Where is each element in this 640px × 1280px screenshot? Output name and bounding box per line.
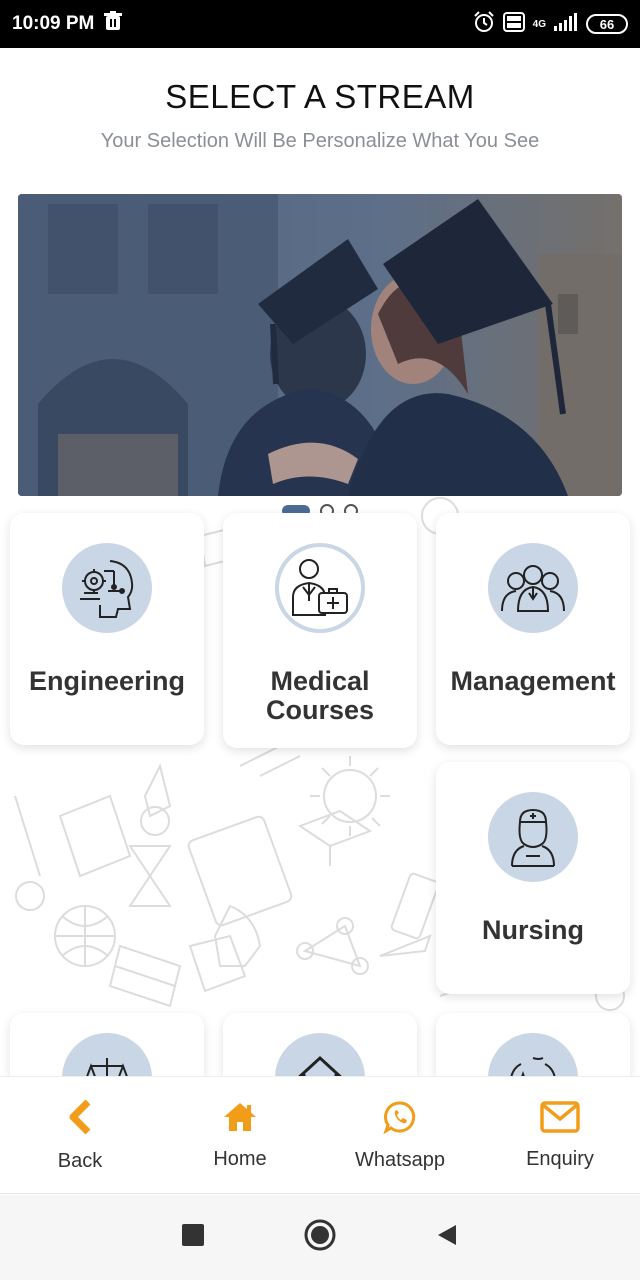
home-icon xyxy=(222,1101,258,1138)
stream-label: Engineering xyxy=(28,666,185,696)
page-title: SELECT A STREAM xyxy=(165,78,475,115)
network-type: 4G xyxy=(532,18,546,30)
nav-label: Whatsapp xyxy=(354,1149,446,1171)
nav-back-button[interactable]: Back xyxy=(0,1077,160,1195)
chevron-left-icon xyxy=(66,1099,94,1140)
nav-whatsapp-button[interactable]: Whatsapp xyxy=(320,1077,480,1195)
signal-icon xyxy=(554,12,578,36)
home-system-icon[interactable] xyxy=(304,1219,336,1256)
engineering-icon xyxy=(62,543,152,633)
mail-icon xyxy=(540,1101,580,1138)
stream-label: Nursing xyxy=(481,915,584,945)
nav-home-button[interactable]: Home xyxy=(160,1077,320,1195)
volte-icon xyxy=(502,11,525,37)
stream-card-engineering[interactable]: Engineering xyxy=(10,513,204,745)
recents-icon[interactable] xyxy=(182,1224,204,1251)
alarm-icon xyxy=(473,10,495,38)
medical-icon xyxy=(275,543,365,633)
stream-card-nursing[interactable]: Nursing xyxy=(436,762,630,994)
back-system-icon[interactable] xyxy=(436,1223,458,1252)
sparkle-icon xyxy=(488,1033,578,1076)
stream-card-sparkle[interactable] xyxy=(436,1013,630,1076)
system-navigation-bar xyxy=(0,1195,640,1280)
bottom-navigation: Back Home Whatsapp Enquiry xyxy=(0,1076,640,1194)
clock: 10:09 PM xyxy=(12,13,95,34)
stream-card-house[interactable] xyxy=(223,1013,417,1076)
stream-card-law[interactable] xyxy=(10,1013,204,1076)
page-subtitle: Your Selection Will Be Personalize What … xyxy=(100,130,540,152)
status-bar: 10:09 PM 4G 66 xyxy=(0,0,640,48)
battery-indicator: 66 xyxy=(586,14,628,34)
stream-card-medical[interactable]: Medical Courses xyxy=(223,513,417,748)
stream-card-management[interactable]: Management xyxy=(436,513,630,745)
stream-label: Medical Courses xyxy=(265,666,375,725)
graduates-hugging-photo xyxy=(18,194,622,496)
nursing-icon xyxy=(488,792,578,882)
page-header: SELECT A STREAM Your Selection Will Be P… xyxy=(0,48,640,193)
whatsapp-icon xyxy=(383,1100,417,1139)
nav-label: Back xyxy=(57,1150,103,1172)
stream-label: Management xyxy=(450,666,616,696)
nav-label: Home xyxy=(213,1148,267,1170)
trash-icon xyxy=(104,11,123,37)
house-icon xyxy=(275,1033,365,1076)
banner-image[interactable] xyxy=(18,194,622,496)
nav-enquiry-button[interactable]: Enquiry xyxy=(480,1077,640,1195)
management-icon xyxy=(488,543,578,633)
law-scale-icon xyxy=(62,1033,152,1076)
nav-label: Enquiry xyxy=(526,1148,594,1170)
